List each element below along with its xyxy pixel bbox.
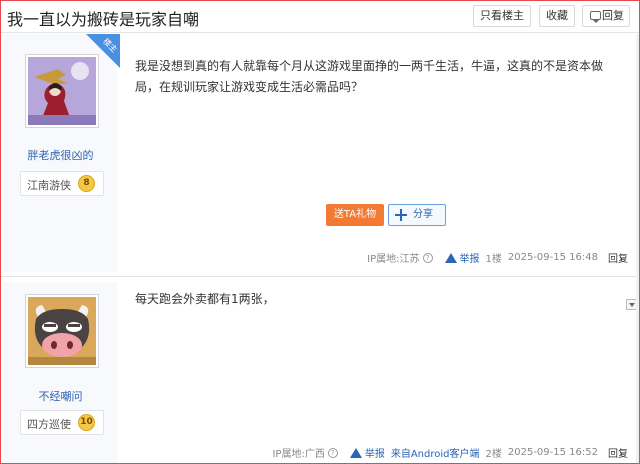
thread-title: 我一直以为搬砖是玩家自嘲	[7, 10, 200, 29]
post-time: 2025-09-15 16:48	[507, 252, 598, 263]
favorite-button[interactable]: 收藏	[539, 5, 575, 27]
floor-number: 2楼	[485, 449, 502, 460]
post-2: 不经嘲问 四方巡使 10 每天跑会外卖都有1两张， IP属地:广西 ? 举报 来…	[1, 276, 639, 463]
thread-frame: 我一直以为搬砖是玩家自嘲 只看楼主 收藏 回复 楼主 胖老虎很凶的 江南游侠 8…	[0, 0, 640, 464]
avatar-image	[28, 297, 96, 365]
avatar-image	[28, 57, 96, 125]
level-badge: 四方巡使 10	[20, 410, 104, 435]
level-badge: 江南游侠 8	[20, 171, 104, 196]
post-content: 每天跑会外卖都有1两张，	[135, 292, 275, 306]
avatar[interactable]	[25, 54, 99, 128]
send-gift-button[interactable]: 送TA礼物	[326, 204, 384, 226]
warning-icon	[349, 447, 362, 458]
reply-button-label: 回复	[602, 9, 624, 22]
avatar[interactable]	[25, 294, 99, 368]
only-op-button[interactable]: 只看楼主	[473, 5, 531, 27]
level-name: 江南游侠	[27, 179, 71, 192]
floor-number: 1楼	[485, 254, 502, 265]
reply-button[interactable]: 回复	[582, 5, 630, 27]
level-number: 10	[78, 414, 95, 431]
plus-icon	[395, 209, 407, 221]
warning-icon	[444, 252, 457, 263]
report-link[interactable]: 举报	[349, 445, 385, 460]
reply-bubble-icon	[590, 11, 601, 23]
post-meta: IP属地:广西 ? 举报 来自Android客户端 2楼 2025-09-15 …	[266, 445, 628, 460]
post-author-sidebar: 不经嘲问 四方巡使 10	[4, 282, 117, 463]
post-reply-link[interactable]: 回复	[608, 250, 628, 265]
level-number: 8	[78, 175, 95, 192]
post-time: 2025-09-15 16:52	[507, 447, 598, 458]
share-button[interactable]: 分享	[388, 204, 446, 226]
username[interactable]: 胖老虎很凶的	[4, 147, 117, 163]
post-reply-link[interactable]: 回复	[608, 445, 628, 460]
post-author-sidebar: 楼主 胖老虎很凶的 江南游侠 8	[4, 34, 120, 272]
report-label: 举报	[364, 449, 385, 460]
post-meta: IP属地:江苏 ? 举报 1楼 2025-09-15 16:48 回复	[361, 250, 628, 265]
ip-location: IP属地:广西	[272, 449, 325, 460]
client-source[interactable]: 来自Android客户端	[391, 445, 480, 460]
post-1: 楼主 胖老虎很凶的 江南游侠 8 我是没想到真的有人就靠每个月从这游戏里面挣的一…	[1, 34, 639, 272]
report-label: 举报	[459, 254, 480, 265]
question-circle-icon[interactable]: ?	[422, 252, 433, 263]
thread-header: 我一直以为搬砖是玩家自嘲 只看楼主 收藏 回复	[1, 1, 639, 33]
right-scroll-track[interactable]	[636, 34, 639, 463]
ip-location: IP属地:江苏	[367, 254, 420, 265]
question-circle-icon[interactable]: ?	[327, 447, 338, 458]
share-label: 分享	[413, 209, 433, 220]
username[interactable]: 不经嘲问	[4, 388, 117, 404]
report-link[interactable]: 举报	[444, 250, 480, 265]
post-content: 我是没想到真的有人就靠每个月从这游戏里面挣的一两千生活，牛逼，这真的不是资本做局…	[135, 59, 604, 94]
level-name: 四方巡使	[27, 418, 71, 431]
